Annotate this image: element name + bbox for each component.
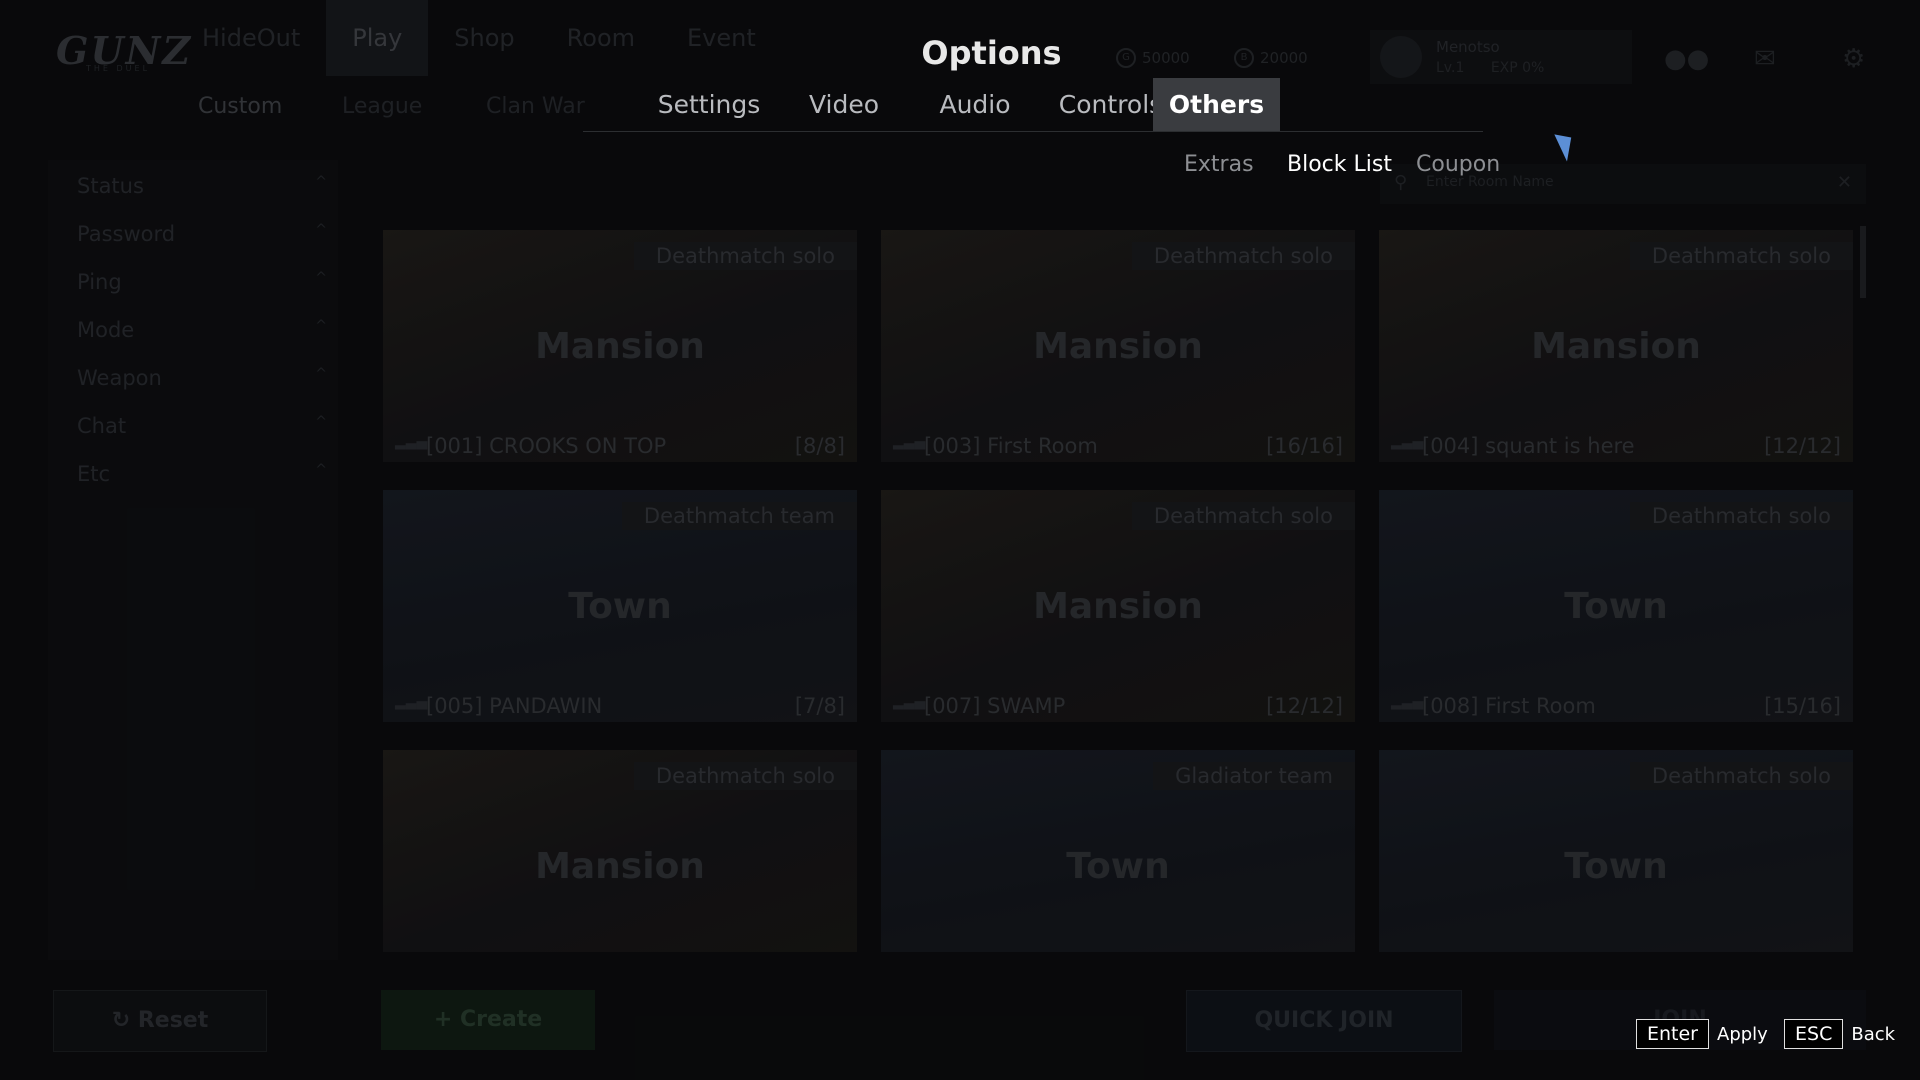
subtab-block-list[interactable]: Block List — [1287, 152, 1392, 177]
tab-others[interactable]: Others — [1153, 78, 1280, 132]
subtab-coupon[interactable]: Coupon — [1416, 152, 1500, 177]
tab-audio[interactable]: Audio — [917, 78, 1033, 132]
esc-key: ESC — [1784, 1019, 1844, 1049]
tabs-divider — [583, 131, 1483, 132]
tab-settings[interactable]: Settings — [647, 78, 771, 132]
hint-enter-apply[interactable]: Enter Apply — [1636, 1019, 1768, 1049]
options-title: Options — [921, 34, 1062, 72]
options-overlay-dim — [0, 0, 1920, 1080]
subtab-extras[interactable]: Extras — [1184, 152, 1254, 177]
hint-back-label: Back — [1851, 1023, 1896, 1045]
hint-esc-back[interactable]: ESC Back — [1784, 1019, 1895, 1049]
tab-video[interactable]: Video — [789, 78, 899, 132]
enter-key: Enter — [1636, 1019, 1709, 1049]
hint-apply-label: Apply — [1717, 1023, 1768, 1045]
